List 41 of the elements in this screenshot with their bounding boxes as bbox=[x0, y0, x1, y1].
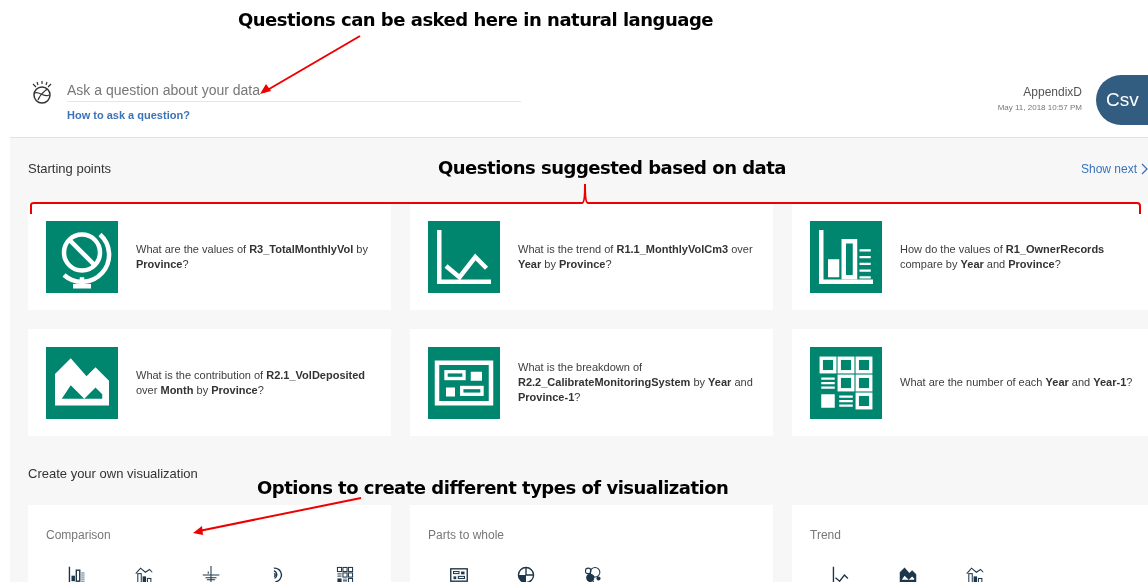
help-link[interactable]: How to ask a question? bbox=[67, 107, 190, 124]
question-text: What is the trend of R1.1_MonthlyVolCm3 over Year by Province? bbox=[518, 241, 754, 272]
question-text: What are the values of R3_TotalMonthlyVol by Province? bbox=[136, 241, 369, 272]
question-text: How do the values of R1_OwnerRecords compare by Year and Province? bbox=[900, 241, 1106, 272]
user-name: AppendixD bbox=[1023, 84, 1082, 101]
annotation-text: Questions suggested based on data bbox=[438, 156, 786, 180]
watson-icon bbox=[30, 80, 54, 104]
question-text: What is the breakdown of R2.2_CalibrateMonitoringSystem by Year and Province-1? bbox=[518, 360, 754, 405]
globe-icon bbox=[46, 220, 118, 293]
question-text: What is the contribution of R2.1_VolDeposited over Month by Province? bbox=[136, 367, 367, 398]
grid-icon bbox=[810, 346, 882, 419]
bar-line-chart-icon[interactable] bbox=[133, 564, 155, 582]
bubble-chart-icon[interactable] bbox=[582, 564, 604, 582]
avatar[interactable]: Csv bbox=[1096, 75, 1148, 125]
grid-icon[interactable] bbox=[334, 564, 356, 582]
question-card[interactable]: What is the trend of R1.1_MonthlyVolCm3 over Year by Province? bbox=[410, 203, 773, 310]
cross-chart-icon[interactable] bbox=[200, 564, 222, 582]
question-card[interactable]: What are the values of R3_TotalMonthlyVol by Province? bbox=[28, 203, 391, 310]
question-text: What are the number of each Year and Year-1? bbox=[900, 375, 1133, 390]
annotation-text: Questions can be asked here in natural language bbox=[238, 8, 713, 32]
show-next-link[interactable]: Show next bbox=[1080, 160, 1148, 178]
bar-chart-icon[interactable] bbox=[66, 564, 88, 582]
question-card[interactable]: What is the breakdown of R2.2_CalibrateMonitoringSystem by Year and Province-1? bbox=[410, 329, 773, 436]
section-title: Starting points bbox=[28, 160, 112, 179]
layout-icon bbox=[428, 346, 500, 419]
bar-line-chart-icon[interactable] bbox=[964, 564, 986, 582]
annotation-text: Options to create different types of visualization bbox=[257, 476, 729, 500]
question-card[interactable]: What are the number of each Year and Year-1? bbox=[792, 329, 1148, 436]
question-card[interactable]: How do the values of R1_OwnerRecords compare by Year and Province? bbox=[792, 203, 1148, 310]
section-title: Create your own visualization bbox=[28, 466, 198, 481]
area-chart-icon bbox=[46, 346, 118, 419]
question-field[interactable]: Ask a question about your data bbox=[67, 80, 521, 102]
timestamp: May 11, 2018 10:57 PM bbox=[997, 102, 1082, 114]
pie-chart-icon[interactable] bbox=[515, 564, 537, 582]
group-title: Comparison bbox=[46, 528, 111, 542]
group-title: Trend bbox=[810, 528, 841, 542]
bar-chart-icon bbox=[810, 220, 882, 293]
chevron-right-icon bbox=[1141, 163, 1148, 175]
group-title: Parts to whole bbox=[428, 528, 505, 542]
question-card[interactable]: What is the contribution of R2.1_VolDeposited over Month by Province? bbox=[28, 329, 391, 436]
line-chart-icon bbox=[428, 220, 500, 293]
